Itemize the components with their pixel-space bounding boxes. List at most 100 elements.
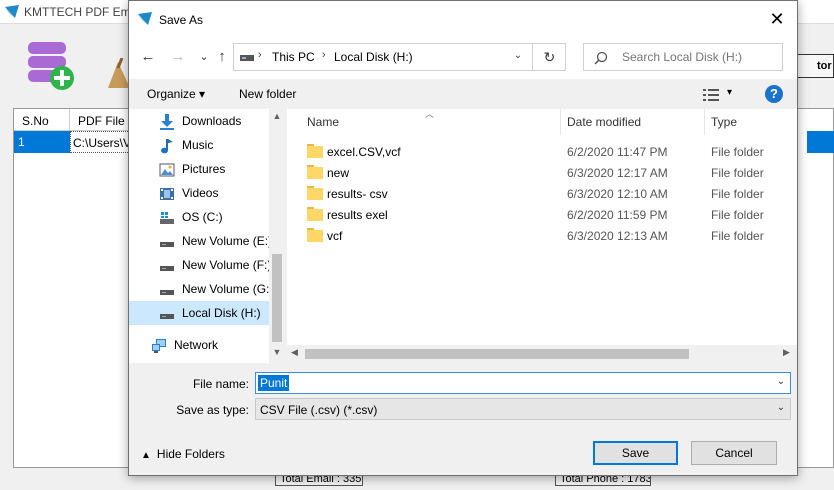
breadcrumb-this-pc[interactable]: This PC <box>272 50 315 64</box>
add-database-icon[interactable] <box>26 40 76 92</box>
music-icon <box>161 139 173 154</box>
close-button[interactable]: ✕ <box>759 5 795 33</box>
breadcrumb-local-disk[interactable]: Local Disk (H:) <box>334 50 413 64</box>
download-icon <box>160 114 174 130</box>
organize-button[interactable]: Organize ▾ <box>147 87 205 101</box>
folder-icon <box>307 228 323 242</box>
save-button[interactable]: Save <box>593 441 678 465</box>
search-box[interactable] <box>583 43 783 71</box>
forward-button[interactable]: → <box>167 47 189 67</box>
save-as-dialog: Save As ✕ ← → ⌄ ↑ › This PC › Local Disk… <box>128 0 798 476</box>
app-logo-icon <box>5 5 19 18</box>
nav-item-downloads[interactable]: Downloads <box>129 109 269 133</box>
column-header-date-modified[interactable]: Date modified <box>561 109 705 135</box>
folder-icon <box>307 144 323 158</box>
dialog-titlebar: Save As ✕ <box>129 1 797 35</box>
file-name-value: Punit <box>258 375 290 391</box>
scroll-up-arrow-icon[interactable]: ▲ <box>269 111 285 121</box>
dialog-title: Save As <box>159 13 204 27</box>
list-item[interactable]: results exel 6/2/2020 11:59 PM File fold… <box>287 204 797 225</box>
file-name: results- csv <box>327 187 388 201</box>
help-button[interactable]: ? <box>765 85 783 103</box>
drive-icon <box>240 55 254 61</box>
nav-item-os-c[interactable]: OS (C:) <box>129 205 269 229</box>
nav-item-videos[interactable]: Videos <box>129 181 269 205</box>
drive-icon <box>160 266 174 271</box>
list-item[interactable]: vcf 6/3/2020 12:13 AM File folder <box>287 225 797 246</box>
background-action-button[interactable]: tor <box>796 54 834 78</box>
search-input[interactable] <box>622 44 782 70</box>
file-name-input[interactable]: Punit ⌄ <box>255 372 791 394</box>
breadcrumb-separator: › <box>258 49 262 61</box>
nav-item-new-volume-g[interactable]: New Volume (G:) <box>129 277 273 301</box>
pictures-icon <box>159 163 175 177</box>
chevron-down-icon[interactable]: ⌄ <box>774 402 788 413</box>
back-button[interactable]: ← <box>137 47 159 67</box>
background-action-button-label: tor <box>817 60 832 72</box>
up-button[interactable]: ↑ <box>211 47 233 67</box>
file-type: File folder <box>711 166 764 180</box>
folder-icon <box>307 207 323 221</box>
hide-folders-button[interactable]: ▲ Hide Folders <box>141 447 225 461</box>
navigation-bar: ← → ⌄ ↑ › This PC › Local Disk (H:) ⌄ ↻ <box>129 35 797 79</box>
file-type: File folder <box>711 145 764 159</box>
file-name: new <box>327 166 350 180</box>
nav-item-label: Videos <box>182 186 219 200</box>
nav-item-label: Music <box>182 138 214 152</box>
scroll-right-arrow-icon[interactable]: ▶ <box>783 347 790 358</box>
scroll-down-arrow-icon[interactable]: ▼ <box>269 347 285 357</box>
column-header-type[interactable]: Type <box>705 109 797 135</box>
network-icon <box>152 339 166 353</box>
list-item[interactable]: excel.CSV,vcf 6/2/2020 11:47 PM File fol… <box>287 141 797 162</box>
nav-item-label: Pictures <box>182 162 226 176</box>
list-item[interactable]: new 6/3/2020 12:17 AM File folder <box>287 162 797 183</box>
address-dropdown-button[interactable]: ⌄ <box>510 50 526 61</box>
chevron-down-icon[interactable]: ⌄ <box>774 376 788 387</box>
scrollbar-thumb[interactable] <box>272 254 282 342</box>
navigation-pane-scrollbar[interactable]: ▲ ▼ <box>269 109 285 363</box>
change-view-button[interactable]: ▾ <box>703 86 743 104</box>
nav-item-new-volume-e[interactable]: New Volume (E:) <box>129 229 273 253</box>
background-app-title: KMTTECH PDF Ema <box>24 5 138 19</box>
cancel-button[interactable]: Cancel <box>691 441 777 465</box>
nav-item-label: OS (C:) <box>182 210 223 224</box>
folder-icon <box>307 165 323 179</box>
nav-item-local-disk-h[interactable]: Local Disk (H:) <box>129 301 269 325</box>
videos-icon <box>160 188 174 200</box>
scrollbar-thumb[interactable] <box>305 349 689 359</box>
os-drive-icon <box>160 212 174 224</box>
file-name: vcf <box>327 229 343 243</box>
nav-item-music[interactable]: Music <box>129 133 269 157</box>
save-as-app-icon <box>138 12 152 25</box>
save-as-type-select[interactable]: CSV File (.csv) (*.csv) ⌄ <box>255 398 791 420</box>
cell-selected-tail <box>807 131 834 153</box>
nav-item-label: Downloads <box>182 114 242 128</box>
nav-item-label: Network <box>174 338 219 352</box>
drive-icon <box>160 242 174 247</box>
dialog-toolbar: Organize ▾ New folder ▾ ? <box>129 79 797 109</box>
navigation-pane: Downloads Music Pictures Videos OS (C:) … <box>129 109 285 363</box>
nav-item-pictures[interactable]: Pictures <box>129 157 269 181</box>
drive-icon <box>160 314 174 319</box>
file-type: File folder <box>711 208 764 222</box>
folder-icon <box>307 186 323 200</box>
nav-item-network[interactable]: Network <box>129 333 269 357</box>
list-item[interactable]: results- csv 6/3/2020 12:10 AM File fold… <box>287 183 797 204</box>
nav-item-label: Local Disk (H:) <box>182 306 261 320</box>
file-type: File folder <box>711 187 764 201</box>
nav-item-label: New Volume (E:) <box>182 234 273 248</box>
column-header-name[interactable]: Name <box>301 109 561 135</box>
file-date: 6/2/2020 11:47 PM <box>567 145 668 159</box>
nav-item-new-volume-f[interactable]: New Volume (F:) <box>129 253 271 277</box>
new-folder-button[interactable]: New folder <box>239 87 296 101</box>
file-list-horizontal-scrollbar[interactable]: ◀ ▶ <box>287 345 797 363</box>
file-name-label: File name: <box>192 377 249 391</box>
refresh-button[interactable]: ↻ <box>532 43 566 71</box>
nav-item-label: New Volume (G:) <box>182 282 274 296</box>
address-bar[interactable]: › This PC › Local Disk (H:) ⌄ ↻ <box>233 43 566 71</box>
view-dropdown-arrow: ▾ <box>727 87 733 98</box>
cell-sno: 1 <box>14 131 70 153</box>
scroll-left-arrow-icon[interactable]: ◀ <box>291 347 298 358</box>
file-date: 6/3/2020 12:10 AM <box>567 187 668 201</box>
file-date: 6/3/2020 12:17 AM <box>567 166 668 180</box>
